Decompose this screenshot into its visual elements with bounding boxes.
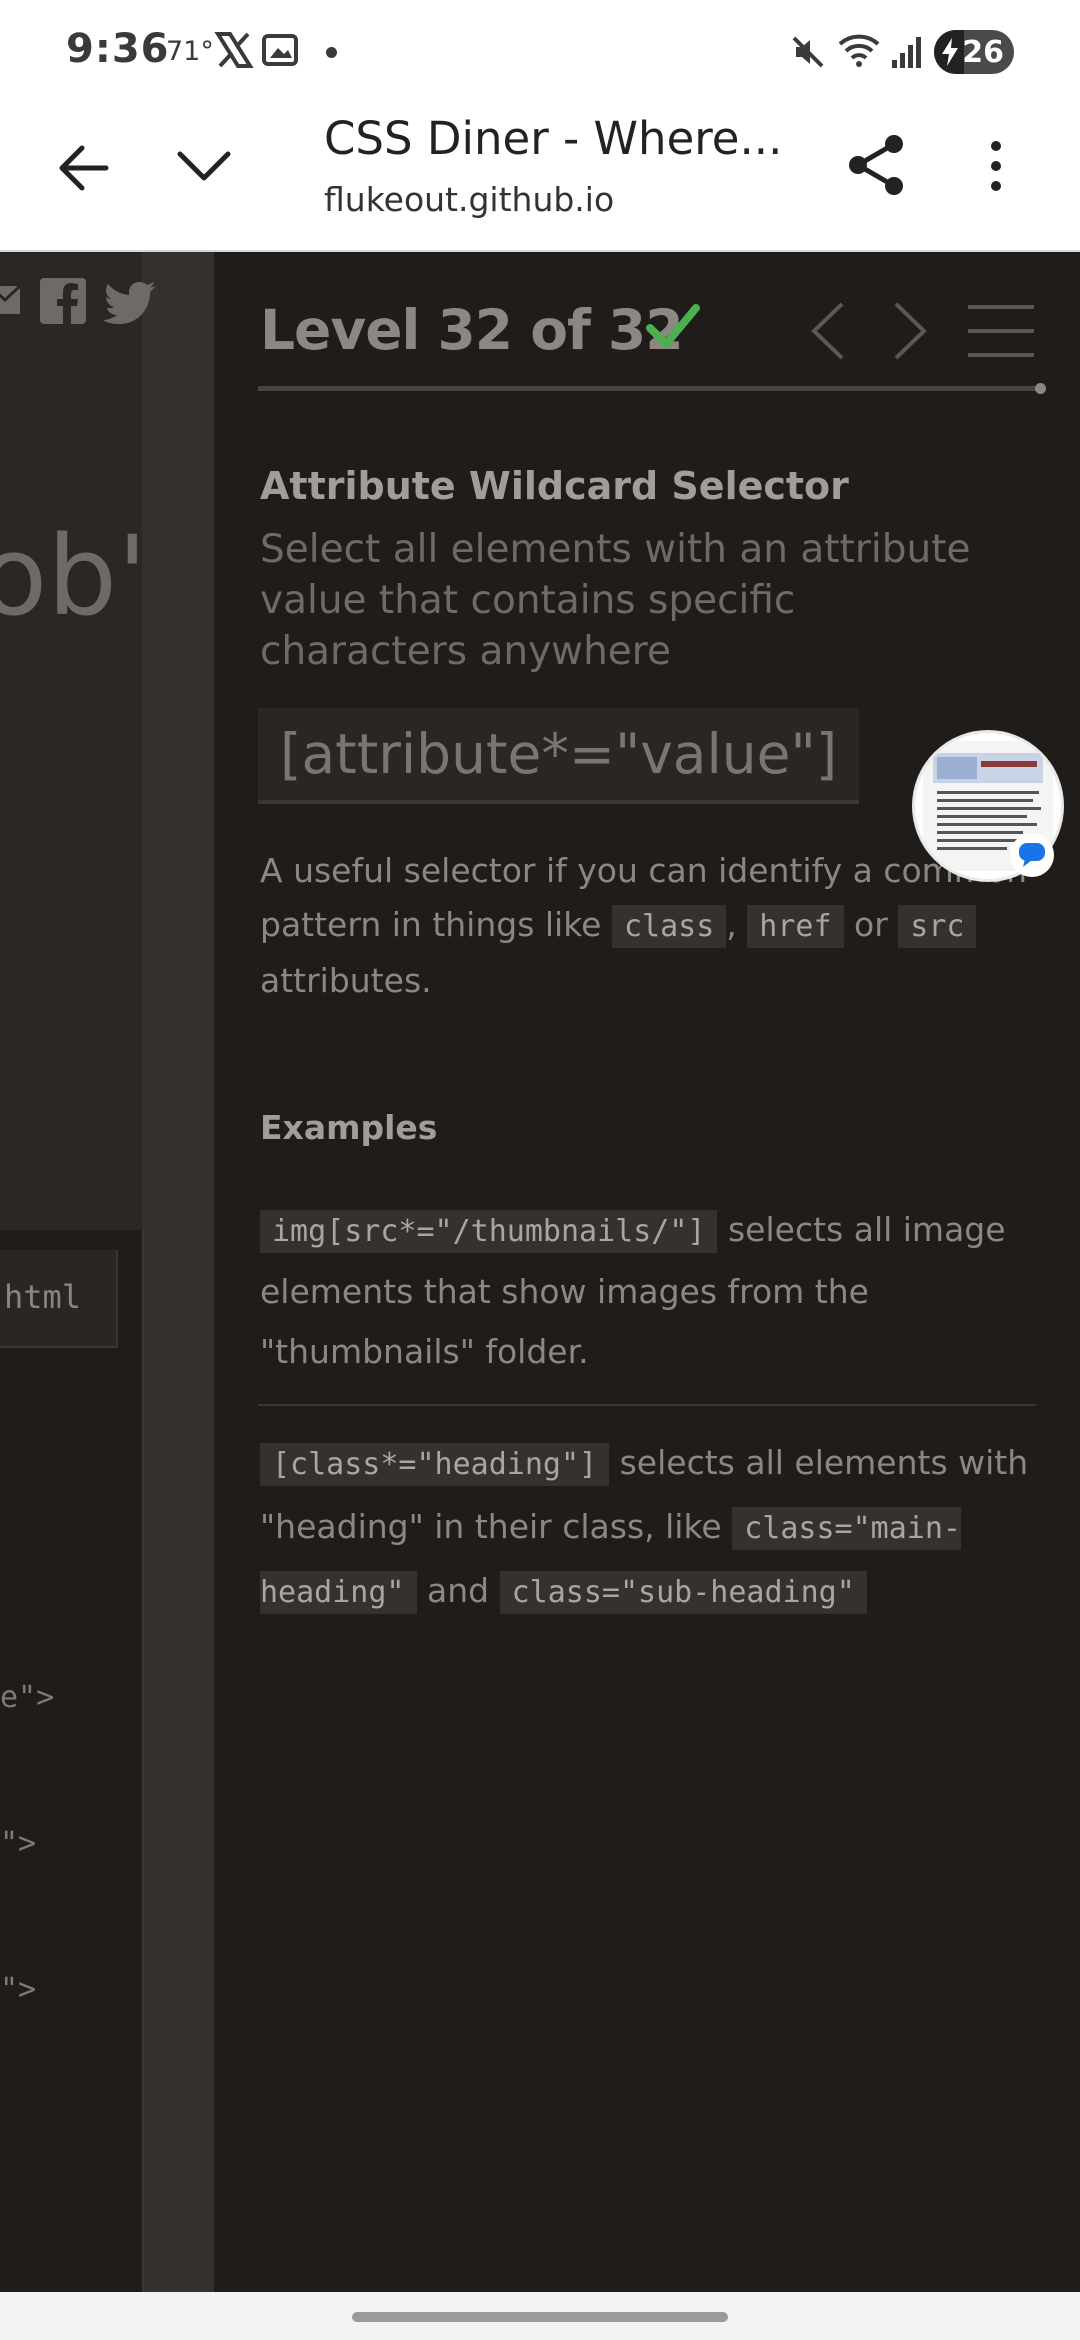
code-line[interactable]: ">: [0, 1826, 36, 1861]
message-icon: [1019, 843, 1045, 867]
page-title[interactable]: CSS Diner - Where...: [324, 112, 782, 165]
mute-icon: [792, 36, 824, 68]
level-title: Level 32 of 32: [260, 298, 684, 362]
example-item: img[src*="/thumbnails/"] selects all ima…: [260, 1200, 1050, 1382]
twitter-icon[interactable]: [104, 280, 158, 324]
facebook-icon[interactable]: [40, 278, 86, 324]
home-gesture-handle[interactable]: [352, 2312, 728, 2322]
page-url[interactable]: flukeout.github.io: [324, 180, 614, 219]
checkmark-icon: [646, 304, 700, 348]
hint-separator: ,: [726, 905, 737, 944]
selector-name: Attribute Wildcard Selector: [260, 464, 849, 508]
table-prompt-text: ob': [0, 512, 148, 640]
html-viewer-tab: html: [0, 1250, 118, 1348]
more-options-icon[interactable]: [984, 138, 1008, 194]
next-level-icon[interactable]: [892, 300, 930, 362]
game-table-panel: ob' html e"> "> ">: [0, 252, 214, 2292]
selector-syntax-box: [attribute*="value"]: [258, 708, 860, 804]
wifi-icon: [838, 34, 880, 67]
signal-icon: [892, 37, 921, 68]
menu-icon[interactable]: [968, 302, 1034, 360]
status-time: 9:36: [66, 26, 170, 72]
hint-code: class: [611, 905, 727, 948]
examples-heading: Examples: [260, 1108, 438, 1147]
code-line[interactable]: ">: [0, 1972, 36, 2007]
hint-code: src: [898, 905, 977, 948]
example-code: [class*="heading"]: [260, 1443, 610, 1486]
share-icon[interactable]: [846, 132, 908, 198]
level-progress-bar: [258, 386, 1042, 391]
notification-dot: [326, 47, 337, 58]
example-text: and: [427, 1571, 490, 1610]
battery-level: 26: [962, 35, 1004, 70]
hint-text: or: [854, 905, 888, 944]
html-viewer: html e"> "> ">: [0, 1230, 144, 2292]
example-item: [class*="heading"] selects all elements …: [260, 1432, 1050, 1624]
screenshot-icon: [262, 34, 298, 66]
chat-badge: [1010, 833, 1054, 877]
battery-indicator: 26: [934, 30, 1014, 74]
x-app-icon: [214, 32, 254, 68]
status-bar: 9:36 71° 26: [0, 0, 1080, 100]
selector-syntax: [attribute*="value"]: [280, 722, 838, 786]
hint-text: attributes.: [260, 961, 432, 1000]
status-temperature: 71°: [166, 36, 214, 67]
charging-icon: [942, 38, 958, 66]
email-icon[interactable]: [0, 278, 26, 318]
previous-level-icon[interactable]: [808, 300, 846, 362]
level-progress-marker: [1035, 383, 1046, 394]
example-divider: [258, 1404, 1036, 1406]
selector-description: Select all elements with an attribute va…: [260, 527, 971, 674]
chevron-down-icon[interactable]: [174, 144, 234, 188]
hint-code: href: [747, 905, 844, 948]
back-arrow-icon[interactable]: [56, 140, 112, 196]
code-line[interactable]: e">: [0, 1680, 54, 1715]
example-code: class="sub-heading": [499, 1571, 867, 1614]
panel-divider-strip: [142, 252, 214, 2292]
html-viewer-tab-label: html: [4, 1278, 82, 1316]
example-code: img[src*="/thumbnails/"]: [260, 1210, 718, 1253]
